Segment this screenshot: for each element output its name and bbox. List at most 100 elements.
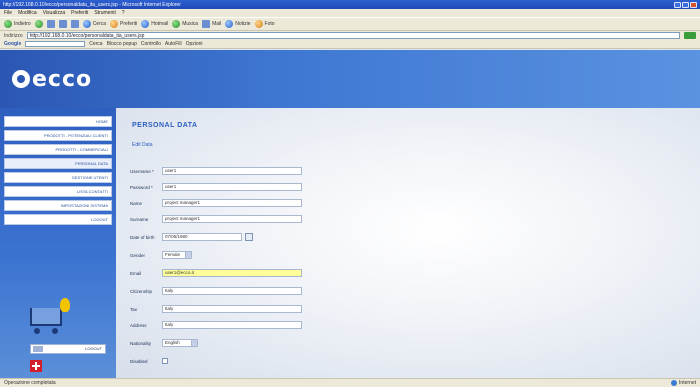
surname-field[interactable]: project manager1 [162, 215, 302, 223]
sidebar-item-logout[interactable]: Logout [4, 214, 112, 225]
address-field-label: Address [130, 322, 147, 328]
ecco-logo[interactable]: ecco [12, 64, 102, 94]
form-row-username: Username * user1 [130, 166, 302, 176]
nationality-select[interactable]: English [162, 339, 198, 347]
edit-data-link[interactable]: Edit Data [132, 142, 153, 148]
security-zone: Internet [671, 380, 696, 386]
form-row-address: Address Italy [130, 320, 302, 330]
citizenship-field[interactable]: Italy [162, 287, 302, 295]
menu-favorites[interactable]: Preferiti [71, 10, 88, 16]
forward-button[interactable] [34, 20, 43, 28]
email-label: Email [130, 270, 142, 276]
address-bar: Indirizzo http://192.168.0.10/ecco/perso… [0, 31, 700, 40]
sidebar-item-contacts[interactable]: Lista Contatti [4, 186, 112, 197]
sidebar-menu: Home Prodotti - Potenziali Clienti Prodo… [4, 116, 112, 228]
google-check[interactable]: Controllo [141, 41, 161, 47]
music-icon [172, 20, 181, 28]
hotmail-button[interactable]: Hotmail [141, 20, 168, 28]
music-label: Musica [182, 21, 199, 27]
cart-wheel-right [52, 328, 58, 334]
favorites-button[interactable]: Preferiti [110, 20, 137, 28]
refresh-button[interactable] [58, 20, 67, 28]
sidebar: Home Prodotti - Potenziali Clienti Prodo… [0, 108, 116, 378]
menu-edit[interactable]: Modifica [18, 10, 37, 16]
calendar-icon[interactable] [245, 233, 253, 241]
photos-button[interactable]: Foto [254, 20, 275, 28]
nationality-value: English [165, 340, 180, 345]
menu-help[interactable]: ? [122, 10, 125, 16]
web-page: ecco Home Prodotti - Potenziali Clienti … [0, 50, 700, 378]
address-input[interactable]: http://192.168.0.10/ecco/personaldata_it… [26, 32, 680, 39]
stop-button[interactable] [46, 20, 55, 28]
news-label: Notizie [235, 21, 251, 27]
citizenship-label: Citizenship [130, 288, 153, 294]
google-search-button[interactable]: Cerca [89, 41, 102, 47]
globe-icon [671, 380, 678, 386]
cart-basket [30, 308, 62, 326]
form-row-tax: Tax Italy [130, 304, 302, 314]
shopping-cart-icon [30, 298, 74, 336]
form-row-citizenship: Citizenship Italy [130, 286, 302, 296]
sidebar-item-system-settings[interactable]: Impostazioni Sistema [4, 200, 112, 211]
mail-icon [202, 20, 211, 28]
page-title: PERSONAL DATA [132, 122, 198, 129]
form-row-email: Email user1@ecco.it [130, 268, 302, 278]
sidebar-item-home[interactable]: Home [4, 116, 112, 127]
gender-select[interactable]: Female [162, 251, 192, 259]
disabled-checkbox[interactable] [162, 358, 168, 364]
name-field[interactable]: project manager1 [162, 199, 302, 207]
maximize-icon[interactable] [682, 1, 689, 8]
google-popup-blocker[interactable]: Blocco popup [107, 41, 137, 47]
address-field[interactable]: Italy [162, 321, 302, 329]
star-icon [110, 20, 119, 28]
close-icon[interactable] [690, 1, 697, 8]
password-label: Password * [130, 184, 153, 190]
chevron-down-icon [185, 252, 191, 258]
main-content: PERSONAL DATA Edit Data Username * user1… [116, 108, 700, 378]
search-icon [82, 20, 91, 28]
sidebar-item-products-prospects[interactable]: Prodotti - Potenziali Clienti [4, 130, 112, 141]
form-row-password: Password * user1 [130, 182, 302, 192]
search-label: Cerca [92, 21, 107, 27]
home-button[interactable] [70, 20, 79, 28]
chevron-down-icon [191, 340, 197, 346]
address-label: Indirizzo [4, 32, 23, 39]
tax-label: Tax [130, 306, 138, 312]
birthdate-field[interactable]: 07/05/1980 [162, 233, 242, 241]
sidebar-item-personal-data[interactable]: Personal Data [4, 158, 112, 169]
mail-button[interactable]: Mail [202, 20, 221, 28]
music-button[interactable]: Musica [172, 20, 198, 28]
mail-label: Mail [212, 21, 222, 27]
zone-label: Internet [679, 380, 696, 386]
menu-tools[interactable]: Strumenti [94, 10, 115, 16]
nationality-label: Nationality [130, 340, 152, 346]
password-field[interactable]: user1 [162, 183, 302, 191]
back-label: Indietro [14, 21, 31, 27]
username-field[interactable]: user1 [162, 167, 302, 175]
surname-label: Surname [130, 216, 149, 222]
news-button[interactable]: Notizie [225, 20, 251, 28]
hotmail-icon [141, 20, 150, 28]
forward-arrow-icon [34, 20, 43, 28]
menu-view[interactable]: Visualizza [43, 10, 65, 16]
google-search-input[interactable] [25, 41, 86, 47]
go-icon[interactable] [684, 32, 696, 39]
search-button[interactable]: Cerca [82, 20, 107, 28]
form-row-surname: Surname project manager1 [130, 214, 302, 224]
menu-file[interactable]: File [4, 10, 12, 16]
back-button[interactable]: Indietro [4, 20, 31, 28]
hotmail-label: Hotmail [151, 21, 169, 27]
logo-text: ecco [32, 66, 93, 92]
google-options[interactable]: Opzioni [186, 41, 203, 47]
gender-value: Female [165, 252, 181, 257]
red-cross-bar [32, 365, 40, 367]
tax-field[interactable]: Italy [162, 305, 302, 313]
google-autofill[interactable]: AutoFill [165, 41, 182, 47]
logout-badge[interactable]: LOGOUT [30, 344, 106, 354]
sidebar-item-products-commercial[interactable]: Prodotti - Commerciali [4, 144, 112, 155]
status-bar: Operazione completata Internet [0, 378, 700, 387]
sidebar-item-user-management[interactable]: Gestione Utenti [4, 172, 112, 183]
bird-icon [60, 298, 70, 312]
email-field[interactable]: user1@ecco.it [162, 269, 302, 277]
minimize-icon[interactable] [674, 1, 681, 8]
